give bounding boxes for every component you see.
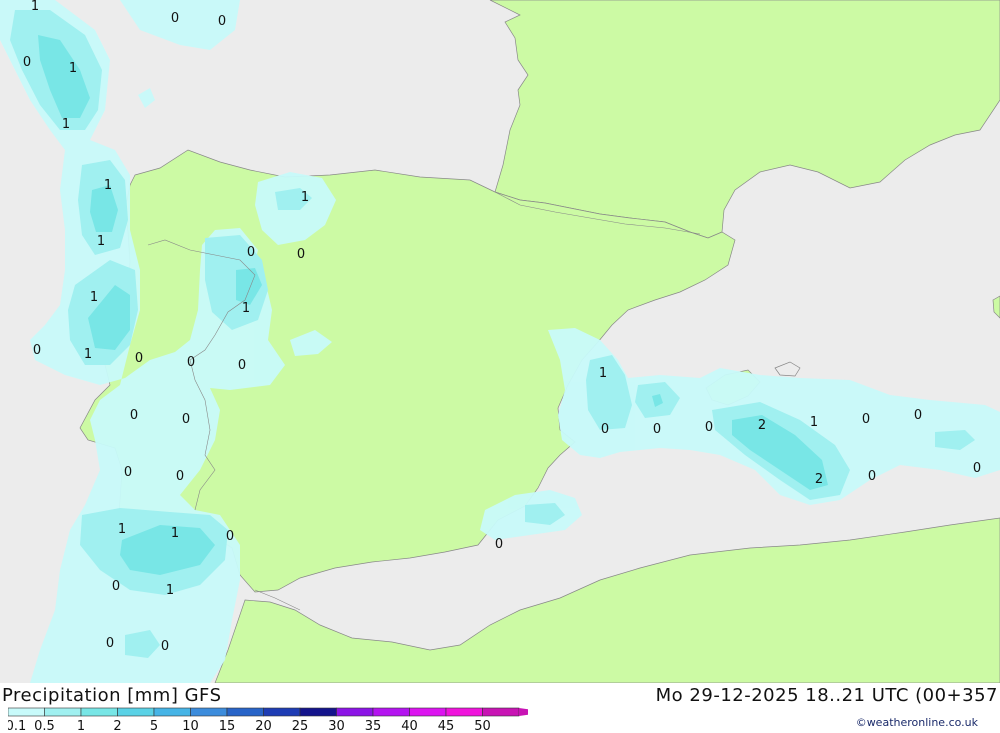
credit-label: ©weatheronline.co.uk — [855, 716, 978, 729]
value-label: 1 — [171, 526, 179, 541]
legend-swatch — [117, 707, 155, 717]
legend-swatch — [445, 707, 483, 717]
value-label: 0 — [653, 422, 661, 437]
value-label: 1 — [599, 366, 607, 381]
value-label: 0 — [226, 529, 234, 544]
value-label: 1 — [166, 583, 174, 598]
value-label: 0 — [33, 343, 41, 358]
precipitation-map: 1 0 0 0 1 1 1 1 1 0 0 1 1 0 1 0 0 0 0 0 … — [0, 0, 1000, 684]
legend-arrow — [519, 708, 528, 716]
value-label: 0 — [705, 420, 713, 435]
value-label: 1 — [31, 0, 39, 14]
legend-swatch — [8, 707, 45, 717]
value-label: 1 — [90, 290, 98, 305]
legend-swatch — [409, 707, 447, 717]
legend-tick-label: 25 — [292, 719, 309, 733]
legend-tick-label: 1 — [77, 719, 85, 733]
value-label: 0 — [106, 636, 114, 651]
legend-tick-label: 35 — [365, 719, 382, 733]
legend-tick-label: 30 — [328, 719, 345, 733]
value-label: 1 — [62, 117, 70, 132]
value-label: 1 — [301, 190, 309, 205]
value-label: 0 — [112, 579, 120, 594]
value-label: 0 — [297, 247, 305, 262]
legend-swatch — [153, 707, 191, 717]
legend-swatch — [44, 707, 82, 717]
legend-bar: Precipitation [mm] GFS Mo 29-12-2025 18.… — [0, 683, 1000, 733]
product-label: Precipitation [mm] — [2, 685, 179, 706]
legend-tick-label: 50 — [474, 719, 491, 733]
value-label: 2 — [758, 418, 766, 433]
value-label: 0 — [247, 245, 255, 260]
legend-swatch — [263, 707, 301, 717]
legend-swatch — [80, 707, 118, 717]
value-label: 0 — [135, 351, 143, 366]
legend-swatch — [482, 707, 520, 717]
legend-tick-label: 10 — [182, 719, 199, 733]
legend-tick-label: 5 — [150, 719, 158, 733]
value-label: 0 — [914, 408, 922, 423]
legend-swatch — [190, 707, 228, 717]
legend-tick-label: 20 — [255, 719, 272, 733]
value-label: 1 — [84, 347, 92, 362]
color-scale: 0.1 0.5 1 2 5 10 15 20 25 30 35 40 45 50 — [8, 707, 528, 733]
value-label: 0 — [182, 412, 190, 427]
value-label: 2 — [815, 472, 823, 487]
map-canvas: 1 0 0 0 1 1 1 1 1 0 0 1 1 0 1 0 0 0 0 0 … — [0, 0, 1000, 684]
value-label: 0 — [187, 355, 195, 370]
value-label: 1 — [118, 522, 126, 537]
value-label: 0 — [973, 461, 981, 476]
value-label: 0 — [130, 408, 138, 423]
legend-tick-label: 0.5 — [34, 719, 55, 733]
value-label: 1 — [69, 61, 77, 76]
value-label: 0 — [176, 469, 184, 484]
datetime-label: Mo 29-12-2025 18..21 UTC (00+357 — [655, 685, 998, 706]
value-label: 1 — [97, 234, 105, 249]
model-label: GFS — [184, 685, 222, 706]
value-label: 0 — [218, 14, 226, 29]
value-label: 1 — [104, 178, 112, 193]
value-label: 0 — [862, 412, 870, 427]
product-title: Precipitation [mm] GFS — [2, 685, 222, 706]
value-label: 0 — [868, 469, 876, 484]
legend-tick-label: 45 — [438, 719, 455, 733]
legend-swatch — [372, 707, 410, 717]
legend-swatch — [226, 707, 264, 717]
legend-tick-label: 0.1 — [8, 719, 26, 733]
value-label: 1 — [810, 415, 818, 430]
value-label: 0 — [601, 422, 609, 437]
value-label: 0 — [238, 358, 246, 373]
legend-swatch — [299, 707, 337, 717]
legend-tick-label: 2 — [113, 719, 121, 733]
value-label: 0 — [161, 639, 169, 654]
value-label: 1 — [242, 301, 250, 316]
legend-swatch — [336, 707, 374, 717]
value-label: 0 — [171, 11, 179, 26]
legend-tick-label: 40 — [401, 719, 418, 733]
value-label: 0 — [124, 465, 132, 480]
value-label: 0 — [23, 55, 31, 70]
value-label: 0 — [495, 537, 503, 552]
legend-tick-label: 15 — [219, 719, 236, 733]
